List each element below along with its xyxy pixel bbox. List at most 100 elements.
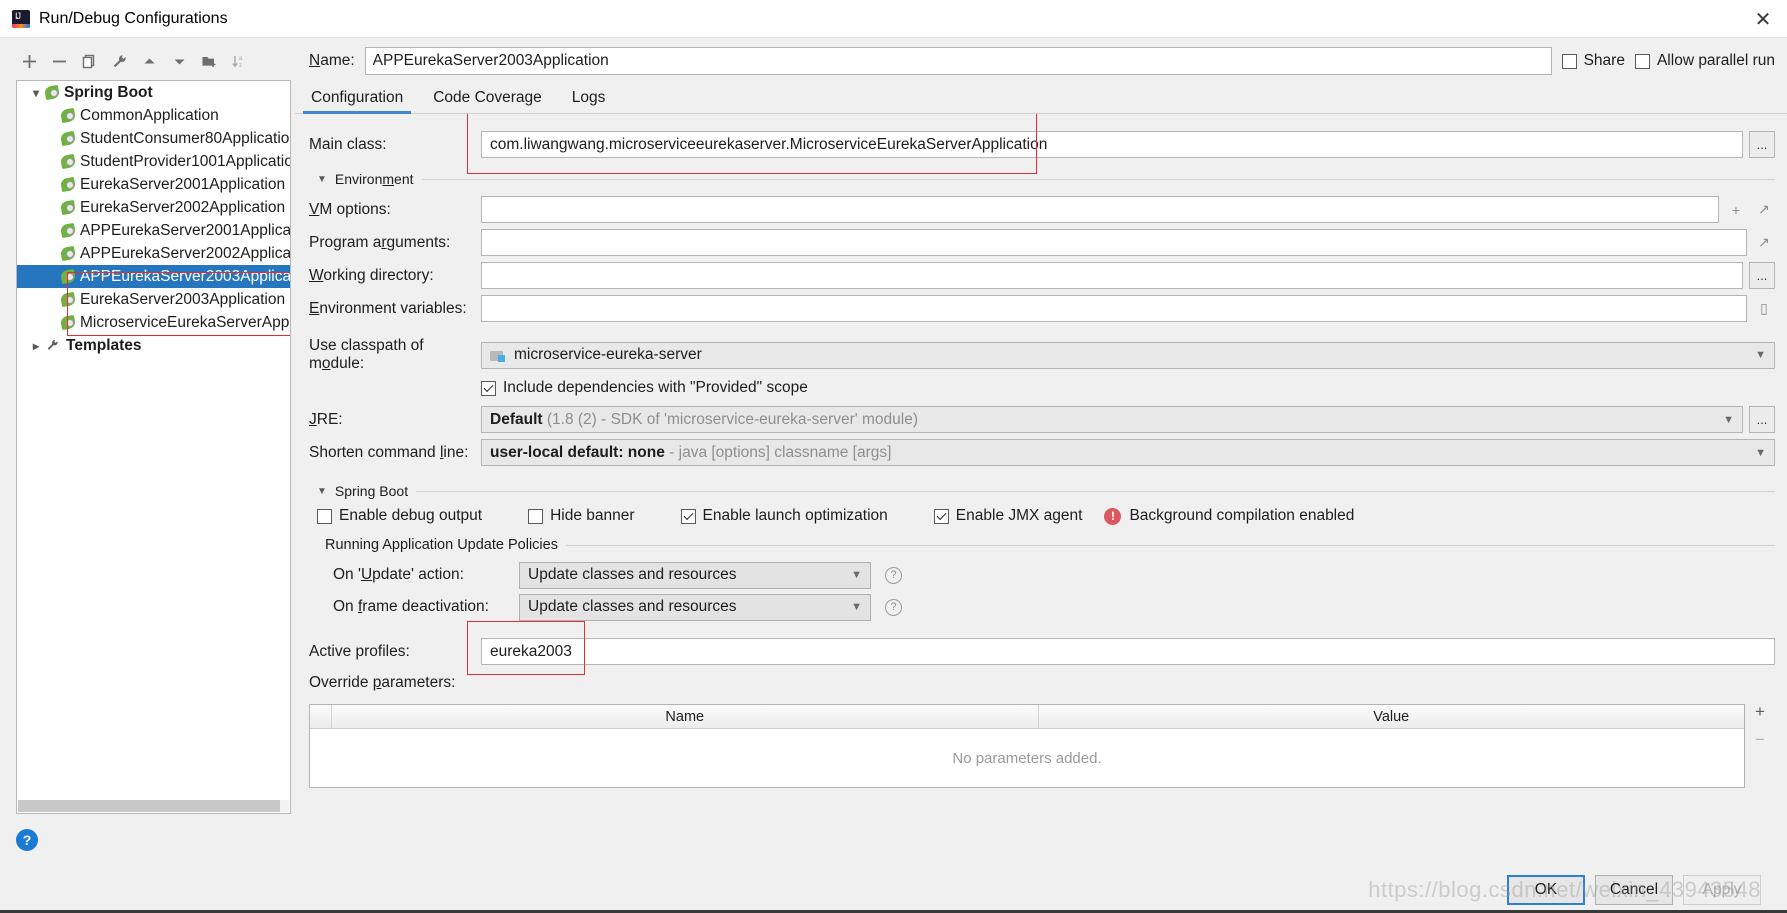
- close-icon[interactable]: ✕: [1739, 0, 1787, 38]
- checkbox-box[interactable]: [528, 508, 544, 524]
- tree-item-student-consumer-80[interactable]: StudentConsumer80Application: [17, 127, 290, 150]
- column-header-name[interactable]: Name: [332, 705, 1039, 728]
- tree-node-templates[interactable]: ▸ Templates: [17, 334, 290, 357]
- question-mark-icon[interactable]: ?: [885, 566, 902, 584]
- override-parameters-label: Override parameters:: [309, 674, 456, 691]
- spring-boot-section-header[interactable]: ▼ Spring Boot: [317, 483, 1775, 499]
- remove-parameter-button[interactable]: −: [1755, 730, 1765, 750]
- enable-launch-optimization-checkbox[interactable]: Enable launch optimization: [680, 507, 888, 525]
- enable-debug-output-checkbox[interactable]: Enable debug output: [317, 507, 482, 525]
- remove-configuration-button[interactable]: [46, 48, 72, 74]
- tab-configuration[interactable]: Configuration: [302, 89, 412, 114]
- chevron-right-icon[interactable]: ▸: [27, 339, 45, 353]
- hide-banner-checkbox[interactable]: Hide banner: [528, 507, 635, 525]
- chevron-down-icon[interactable]: ▼: [851, 601, 862, 613]
- tab-code-coverage[interactable]: Code Coverage: [431, 89, 544, 113]
- add-configuration-button[interactable]: [16, 48, 42, 74]
- cancel-button[interactable]: Cancel: [1595, 874, 1673, 905]
- include-provided-row: Include dependencies with "Provided" sco…: [309, 373, 1775, 403]
- apply-button[interactable]: Apply: [1683, 874, 1761, 905]
- checkbox-box[interactable]: [1634, 53, 1650, 69]
- chevron-down-icon[interactable]: ▾: [27, 86, 45, 100]
- chevron-down-icon[interactable]: ▼: [1723, 414, 1734, 426]
- jre-value: Default: [490, 410, 543, 428]
- tree-item-app-eureka-server-2002[interactable]: APPEurekaServer2002Application: [17, 242, 290, 265]
- copy-configuration-button[interactable]: [76, 48, 102, 74]
- tree-item-student-provider-1001[interactable]: StudentProvider1001Application: [17, 150, 290, 173]
- chevron-down-icon[interactable]: ▼: [851, 569, 862, 581]
- ok-button[interactable]: OK: [1507, 874, 1585, 905]
- jre-row: JRE: Default (1.8 (2) - SDK of 'microser…: [309, 403, 1775, 436]
- tree-item-eureka-server-2003[interactable]: EurekaServer2003Application: [17, 288, 290, 311]
- module-icon: [490, 349, 506, 362]
- expand-editor-icon[interactable]: ↗: [1753, 234, 1775, 251]
- checkbox-box[interactable]: [933, 508, 949, 524]
- configurations-tree[interactable]: ▾ Spring Boot CommonApplication StudentC…: [16, 80, 291, 814]
- environment-section-header[interactable]: ▼ Environment: [317, 171, 1775, 187]
- tree-node-label: Spring Boot: [64, 83, 153, 101]
- chevron-down-icon[interactable]: ▼: [1755, 349, 1766, 361]
- add-macro-icon[interactable]: +: [1725, 202, 1747, 218]
- move-down-button[interactable]: [166, 48, 192, 74]
- program-arguments-input[interactable]: [481, 229, 1747, 256]
- checkbox-box[interactable]: [317, 508, 332, 524]
- on-frame-deactivation-select[interactable]: Update classes and resources ▼: [519, 593, 871, 621]
- tab-logs[interactable]: Logs: [570, 89, 608, 113]
- allow-parallel-run-checkbox[interactable]: Allow parallel run: [1634, 52, 1775, 70]
- intellij-idea-icon: IJ: [12, 9, 30, 28]
- wrench-icon: [45, 338, 62, 353]
- question-mark-icon[interactable]: ?: [885, 598, 902, 616]
- checkbox-box[interactable]: [680, 508, 696, 524]
- tree-horizontal-scrollbar[interactable]: [18, 800, 289, 812]
- include-provided-scope-label: Include dependencies with "Provided" sco…: [503, 379, 808, 396]
- scrollbar-thumb[interactable]: [18, 800, 280, 812]
- checkbox-box[interactable]: [481, 380, 496, 396]
- sort-az-icon[interactable]: az: [226, 48, 252, 74]
- override-parameters-table[interactable]: Name Value No parameters added.: [309, 704, 1745, 788]
- chevron-down-icon[interactable]: ▼: [317, 486, 327, 497]
- name-input[interactable]: [364, 47, 1552, 75]
- shorten-command-line-select[interactable]: user-local default: none - java [options…: [481, 439, 1775, 466]
- jre-select[interactable]: Default (1.8 (2) - SDK of 'microservice-…: [481, 406, 1743, 433]
- folder-add-icon[interactable]: [196, 48, 222, 74]
- tree-item-app-eureka-server-2001[interactable]: APPEurekaServer2001Application: [17, 219, 290, 242]
- vm-options-input[interactable]: [481, 196, 1719, 223]
- tree-item-eureka-server-2001[interactable]: EurekaServer2001Application: [17, 173, 290, 196]
- on-update-action-select[interactable]: Update classes and resources ▼: [519, 561, 871, 589]
- jre-browse-button[interactable]: ...: [1749, 406, 1775, 433]
- configuration-form: Main class: com.liwangwang.microservicee…: [295, 114, 1787, 866]
- dialog-footer: OK Cancel Apply https://blog.csdn.net/we…: [0, 866, 1787, 913]
- help-button[interactable]: ?: [16, 829, 38, 851]
- table-gutter: [310, 705, 332, 728]
- column-header-value[interactable]: Value: [1039, 705, 1745, 728]
- main-class-input[interactable]: com.liwangwang.microserviceeurekaserver.…: [481, 131, 1743, 158]
- add-parameter-button[interactable]: +: [1755, 702, 1765, 722]
- tree-item-app-eureka-server-2003[interactable]: APPEurekaServer2003Application: [17, 265, 290, 288]
- share-checkbox[interactable]: Share: [1561, 52, 1625, 70]
- classpath-module-label: Use classpath of module:: [309, 337, 424, 372]
- environment-variables-input[interactable]: [481, 295, 1747, 322]
- tree-item-microservice-eureka-server[interactable]: MicroserviceEurekaServerApplication: [17, 311, 290, 334]
- classpath-module-select[interactable]: microservice-eureka-server ▼: [481, 341, 1775, 369]
- expand-editor-icon[interactable]: ↗: [1753, 201, 1775, 218]
- table-header: Name Value: [310, 705, 1744, 729]
- include-provided-scope-checkbox[interactable]: Include dependencies with "Provided" sco…: [481, 379, 808, 397]
- main-class-browse-button[interactable]: ...: [1749, 131, 1775, 158]
- chevron-down-icon[interactable]: ▼: [1755, 447, 1766, 459]
- enable-jmx-agent-checkbox[interactable]: Enable JMX agent: [933, 507, 1082, 525]
- checkbox-box[interactable]: [1561, 53, 1577, 69]
- working-directory-input[interactable]: [481, 262, 1743, 289]
- tree-item-eureka-server-2002[interactable]: EurekaServer2002Application: [17, 196, 290, 219]
- working-directory-browse-button[interactable]: ...: [1749, 262, 1775, 289]
- edit-variables-icon[interactable]: ▯: [1753, 300, 1775, 317]
- tree-item-common-application[interactable]: CommonApplication: [17, 104, 290, 127]
- active-profiles-input[interactable]: eureka2003: [481, 638, 1775, 665]
- edit-templates-button[interactable]: [106, 48, 132, 74]
- move-up-button[interactable]: [136, 48, 162, 74]
- policies-section-header: Running Application Update Policies: [325, 537, 1775, 553]
- tree-item-label: MicroserviceEurekaServerApplication: [80, 313, 290, 331]
- jre-label: JRE:: [309, 410, 343, 428]
- chevron-down-icon[interactable]: ▼: [317, 174, 327, 185]
- tree-node-spring-boot[interactable]: ▾ Spring Boot: [17, 81, 290, 104]
- tree-item-label: EurekaServer2003Application: [80, 290, 286, 308]
